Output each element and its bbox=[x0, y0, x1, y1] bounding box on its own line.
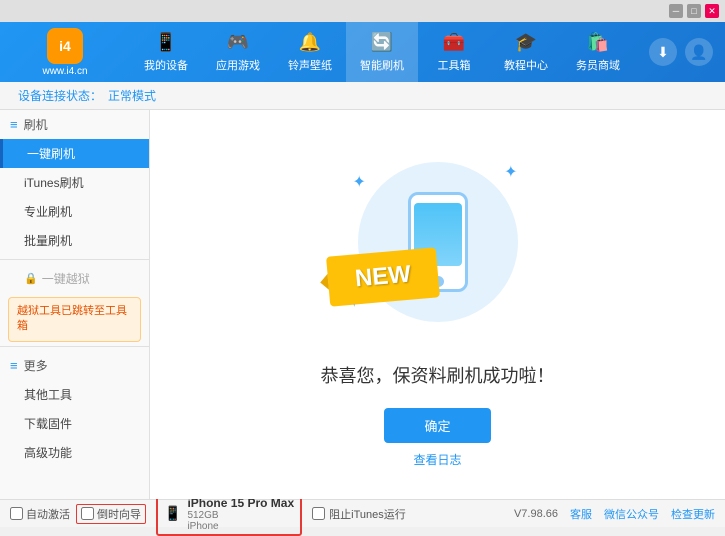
support-link[interactable]: 客服 bbox=[570, 506, 592, 522]
logo-text: www.i4.cn bbox=[42, 66, 87, 77]
nav-flash-label: 智能刷机 bbox=[360, 57, 404, 73]
flash-icon: 🔄 bbox=[371, 32, 393, 53]
nav-tools[interactable]: 🧰 工具箱 bbox=[418, 22, 490, 82]
itunes-label: 阻止iTunes运行 bbox=[329, 506, 406, 522]
timer-guide-label: 倒时向导 bbox=[97, 506, 141, 522]
nav-apps[interactable]: 🎮 应用游戏 bbox=[202, 22, 274, 82]
auto-activate-label: 自动激活 bbox=[26, 506, 70, 522]
tutorial-icon: 🎓 bbox=[515, 32, 537, 53]
auto-activate-check[interactable]: 自动激活 bbox=[10, 506, 70, 522]
bottom-right: V7.98.66 客服 微信公众号 检查更新 bbox=[514, 506, 715, 522]
store-icon: 🛍️ bbox=[587, 32, 609, 53]
sidebar-notice: 越狱工具已跳转至工具箱 bbox=[8, 297, 141, 342]
status-prefix: 设备连接状态： bbox=[18, 87, 102, 104]
sidebar-flash-header[interactable]: ≡ 刷机 bbox=[0, 110, 149, 139]
nav-tutorial[interactable]: 🎓 教程中心 bbox=[490, 22, 562, 82]
device-phone-icon: 📱 bbox=[164, 505, 181, 522]
sidebar-divider-1 bbox=[0, 259, 149, 260]
nav-apps-label: 应用游戏 bbox=[216, 57, 260, 73]
sidebar-divider-2 bbox=[0, 346, 149, 347]
nav-ringtones[interactable]: 🔔 铃声壁纸 bbox=[274, 22, 346, 82]
sidebar-disabled-jailbreak: 🔒 一键越狱 bbox=[0, 264, 149, 293]
success-illustration: ✦ ✦ ✦ NEW bbox=[338, 142, 538, 342]
nav-my-device-label: 我的设备 bbox=[144, 57, 188, 73]
minimize-button[interactable]: ─ bbox=[669, 4, 683, 18]
sidebar-item-itunes[interactable]: iTunes刷机 bbox=[0, 168, 149, 197]
tools-icon: 🧰 bbox=[443, 32, 465, 53]
timer-guide-checkbox[interactable] bbox=[81, 507, 94, 520]
sidebar-item-batch[interactable]: 批量刷机 bbox=[0, 226, 149, 255]
lock-icon: 🔒 bbox=[24, 272, 38, 285]
window-titlebar: ─ □ ✕ bbox=[0, 0, 725, 22]
sidebar: ≡ 刷机 一键刷机 iTunes刷机 专业刷机 批量刷机 🔒 一键越狱 越狱工具… bbox=[0, 110, 150, 499]
main-content: ✦ ✦ ✦ NEW 恭喜您，保资料刷机成功啦！ 确定 查看日志 bbox=[150, 110, 725, 499]
device-storage: 512GB bbox=[187, 510, 294, 521]
close-button[interactable]: ✕ bbox=[705, 4, 719, 18]
sidebar-item-firmware[interactable]: 下载固件 bbox=[0, 409, 149, 438]
new-banner: NEW bbox=[326, 247, 440, 306]
sparkle-topright: ✦ bbox=[504, 162, 517, 182]
sidebar-more-header[interactable]: ≡ 更多 bbox=[0, 351, 149, 380]
log-link[interactable]: 查看日志 bbox=[413, 451, 461, 468]
success-message: 恭喜您，保资料刷机成功啦！ bbox=[321, 362, 555, 388]
nav-flash[interactable]: 🔄 智能刷机 bbox=[346, 22, 418, 82]
header: i4 www.i4.cn 📱 我的设备 🎮 应用游戏 🔔 铃声壁纸 🔄 智能刷机… bbox=[0, 22, 725, 82]
header-right: ⬇ 👤 bbox=[649, 38, 725, 66]
download-button[interactable]: ⬇ bbox=[649, 38, 677, 66]
update-link[interactable]: 检查更新 bbox=[671, 506, 715, 522]
flash-section-icon: ≡ bbox=[10, 117, 18, 132]
nav-ringtones-label: 铃声壁纸 bbox=[288, 57, 332, 73]
nav-tutorial-label: 教程中心 bbox=[504, 57, 548, 73]
nav-store-label: 务员商域 bbox=[576, 57, 620, 73]
nav-tools-label: 工具箱 bbox=[438, 57, 471, 73]
sidebar-item-onekey[interactable]: 一键刷机 bbox=[0, 139, 149, 168]
sidebar-flash-label: 刷机 bbox=[24, 116, 48, 133]
itunes-checkbox[interactable] bbox=[312, 507, 325, 520]
main-layout: ≡ 刷机 一键刷机 iTunes刷机 专业刷机 批量刷机 🔒 一键越狱 越狱工具… bbox=[0, 110, 725, 499]
auto-activate-checkbox[interactable] bbox=[10, 507, 23, 520]
timer-guide-check[interactable]: 倒时向导 bbox=[76, 504, 146, 524]
confirm-button[interactable]: 确定 bbox=[384, 408, 490, 443]
maximize-button[interactable]: □ bbox=[687, 4, 701, 18]
device-type: iPhone bbox=[187, 521, 294, 532]
wechat-link[interactable]: 微信公众号 bbox=[604, 506, 659, 522]
sidebar-item-pro[interactable]: 专业刷机 bbox=[0, 197, 149, 226]
device-text: iPhone 15 Pro Max 512GB iPhone bbox=[187, 496, 294, 532]
logo-area: i4 www.i4.cn bbox=[0, 28, 130, 77]
sidebar-item-advanced[interactable]: 高级功能 bbox=[0, 438, 149, 467]
apps-icon: 🎮 bbox=[227, 32, 249, 53]
disabled-label: 一键越狱 bbox=[42, 270, 90, 287]
more-section-icon: ≡ bbox=[10, 358, 18, 373]
itunes-check[interactable]: 阻止iTunes运行 bbox=[312, 506, 406, 522]
user-button[interactable]: 👤 bbox=[685, 38, 713, 66]
logo-icon: i4 bbox=[47, 28, 83, 64]
sidebar-item-other-tools[interactable]: 其他工具 bbox=[0, 380, 149, 409]
new-label: NEW bbox=[353, 260, 411, 293]
banner-arrow bbox=[319, 273, 328, 290]
version-label: V7.98.66 bbox=[514, 508, 558, 520]
nav-my-device[interactable]: 📱 我的设备 bbox=[130, 22, 202, 82]
device-icon: 📱 bbox=[155, 32, 177, 53]
status-bar: 设备连接状态： 正常模式 bbox=[0, 82, 725, 110]
sidebar-more-label: 更多 bbox=[24, 357, 48, 374]
ringtones-icon: 🔔 bbox=[299, 32, 321, 53]
nav-bar: 📱 我的设备 🎮 应用游戏 🔔 铃声壁纸 🔄 智能刷机 🧰 工具箱 🎓 教程中心… bbox=[130, 22, 649, 82]
sparkle-topleft: ✦ bbox=[353, 172, 366, 192]
bottom-bar: 自动激活 倒时向导 📱 iPhone 15 Pro Max 512GB iPho… bbox=[0, 499, 725, 527]
status-mode: 正常模式 bbox=[108, 87, 156, 104]
nav-store[interactable]: 🛍️ 务员商域 bbox=[562, 22, 634, 82]
